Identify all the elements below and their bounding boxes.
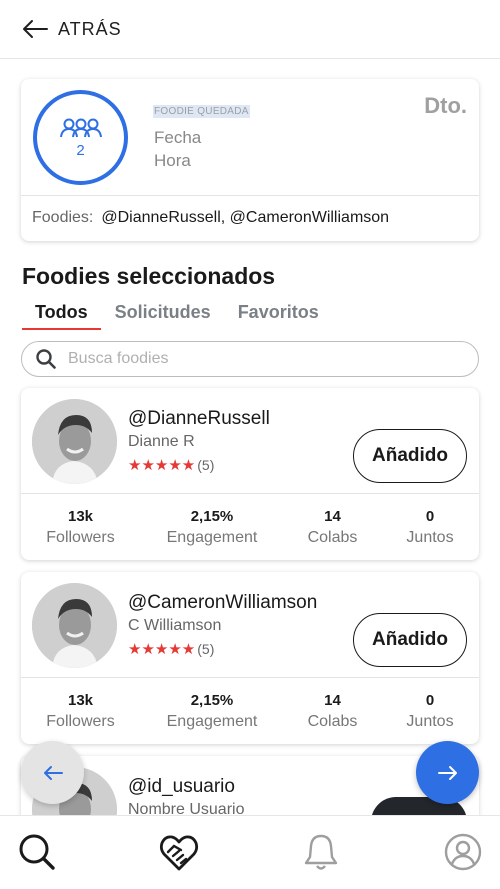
back-button[interactable]: ATRÁS <box>22 19 122 40</box>
stat-label: Colabs <box>307 712 358 730</box>
arrow-right-icon <box>437 765 457 780</box>
review-count: (5) <box>197 641 215 657</box>
stat-followers: 13k Followers <box>21 508 140 547</box>
foodie-name: C Williamson <box>128 617 222 634</box>
stat-label: Engagement <box>166 712 258 730</box>
foodie-card[interactable]: @DianneRussell Dianne R ★★★★★ (5) Añadid… <box>21 388 479 560</box>
foodie-handle: @CameronWilliamson <box>128 592 318 613</box>
bell-icon <box>304 834 338 870</box>
avatar <box>32 399 117 484</box>
tabs: Todos Solicitudes Favoritos <box>22 300 333 330</box>
back-label: ATRÁS <box>58 18 122 39</box>
tab-todos[interactable]: Todos <box>22 300 101 330</box>
foodie-name: Dianne R <box>128 433 195 450</box>
previous-button[interactable] <box>21 741 84 804</box>
meetup-card: 2 FOODIE QUEDADA Fecha Hora Dto. Foodies… <box>21 79 479 241</box>
profile-icon <box>444 833 482 871</box>
stat-value: 0 <box>425 691 435 709</box>
stat-value: 2,15% <box>190 507 234 525</box>
stat-value: 2,15% <box>190 691 234 709</box>
bottom-navigation <box>0 815 500 889</box>
star-rating-icon: ★★★★★ <box>128 457 196 474</box>
stat-value: 0 <box>425 507 435 525</box>
stat-engagement: 2,15% Engagement <box>140 692 284 731</box>
foodie-stats: 13k Followers 2,15% Engagement 14 Colabs… <box>21 678 479 744</box>
meetup-time: Hora <box>154 151 191 170</box>
stat-label: Juntos <box>406 528 454 546</box>
top-bar: ATRÁS <box>0 0 500 59</box>
stat-followers: 13k Followers <box>21 692 140 731</box>
group-count: 2 <box>76 141 85 159</box>
arrow-left-icon <box>43 765 63 780</box>
stat-label: Juntos <box>406 712 454 730</box>
nav-collabs[interactable] <box>159 832 199 872</box>
foodie-handle: @DianneRussell <box>128 408 270 429</box>
added-button[interactable]: Añadido <box>353 613 467 667</box>
search-bar <box>21 341 479 377</box>
foodie-stats: 13k Followers 2,15% Engagement 14 Colabs… <box>21 494 479 560</box>
stat-value: 14 <box>324 691 341 709</box>
added-button[interactable]: Añadido <box>353 429 467 483</box>
star-rating-icon: ★★★★★ <box>128 641 196 658</box>
avatar <box>32 583 117 668</box>
rating: ★★★★★ (5) <box>128 456 214 474</box>
stat-label: Followers <box>46 528 115 546</box>
review-count: (5) <box>197 457 215 473</box>
tab-favoritos[interactable]: Favoritos <box>225 300 332 330</box>
stat-label: Followers <box>46 712 115 730</box>
nav-search[interactable] <box>17 832 57 872</box>
arrow-left-icon <box>23 20 48 38</box>
meetup-type: FOODIE QUEDADA <box>153 105 250 118</box>
tab-solicitudes[interactable]: Solicitudes <box>102 300 224 330</box>
search-icon <box>19 834 55 870</box>
search-input[interactable] <box>68 350 448 368</box>
handshake-heart-icon <box>159 835 199 871</box>
nav-profile[interactable] <box>443 832 483 872</box>
group-icon <box>59 118 102 137</box>
stat-juntos: 0 Juntos <box>381 692 479 731</box>
meetup-date: Fecha <box>154 128 202 147</box>
section-title: Foodies seleccionados <box>22 263 276 289</box>
group-count-badge: 2 <box>33 90 128 185</box>
stat-value: 13k <box>67 507 94 525</box>
stat-value: 14 <box>324 507 341 525</box>
stat-value: 13k <box>67 691 94 709</box>
stat-colabs: 14 Colabs <box>284 692 381 731</box>
stat-label: Colabs <box>307 528 358 546</box>
meetup-foodies-row: Foodies: @DianneRussell, @CameronWilliam… <box>21 196 479 240</box>
foodie-handle: @id_usuario <box>128 776 235 797</box>
stat-juntos: 0 Juntos <box>381 508 479 547</box>
next-button[interactable] <box>416 741 479 804</box>
search-icon <box>36 349 56 369</box>
stat-colabs: 14 Colabs <box>284 508 381 547</box>
meetup-discount: Dto. <box>424 93 467 118</box>
foodies-value: @DianneRussell, @CameronWilliamson <box>101 209 390 226</box>
nav-notifications[interactable] <box>301 832 341 872</box>
foodies-key: Foodies: <box>32 209 94 226</box>
foodie-card[interactable]: @CameronWilliamson C Williamson ★★★★★ (5… <box>21 572 479 744</box>
rating: ★★★★★ (5) <box>128 640 214 658</box>
stat-label: Engagement <box>166 528 258 546</box>
stat-engagement: 2,15% Engagement <box>140 508 284 547</box>
